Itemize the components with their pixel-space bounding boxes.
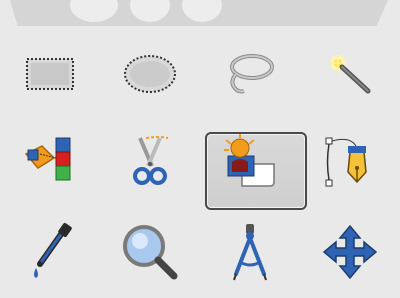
tool-rectangle-select[interactable] <box>0 34 100 114</box>
tool-foreground-select[interactable] <box>200 122 307 210</box>
tool-zoom[interactable] <box>100 212 200 292</box>
tool-ellipse-select[interactable] <box>100 34 200 114</box>
ellipse-select-icon <box>124 55 176 93</box>
magnifier-icon <box>123 225 178 280</box>
tool-scissors-select[interactable] <box>100 122 200 202</box>
magic-wand-icon <box>330 55 371 94</box>
tool-measure[interactable] <box>200 212 300 292</box>
lasso-icon <box>230 54 274 94</box>
tool-color-picker[interactable] <box>0 212 100 292</box>
tool-free-select[interactable] <box>200 34 300 114</box>
scissors-icon <box>133 136 169 185</box>
tool-move[interactable] <box>300 212 400 292</box>
toolbox-header-decoration <box>0 0 400 30</box>
paths-pen-icon <box>325 137 367 187</box>
foreground-select-icon <box>224 134 275 187</box>
tool-select-by-color[interactable] <box>0 122 100 202</box>
select-by-color-icon <box>24 137 71 181</box>
rectangle-select-icon <box>26 58 74 90</box>
tool-fuzzy-select[interactable] <box>300 34 400 114</box>
eyedropper-icon <box>34 223 72 278</box>
toolbox-grid <box>0 34 400 298</box>
move-arrows-icon <box>322 224 378 280</box>
tool-paths[interactable] <box>300 122 400 202</box>
compass-icon <box>233 224 267 281</box>
